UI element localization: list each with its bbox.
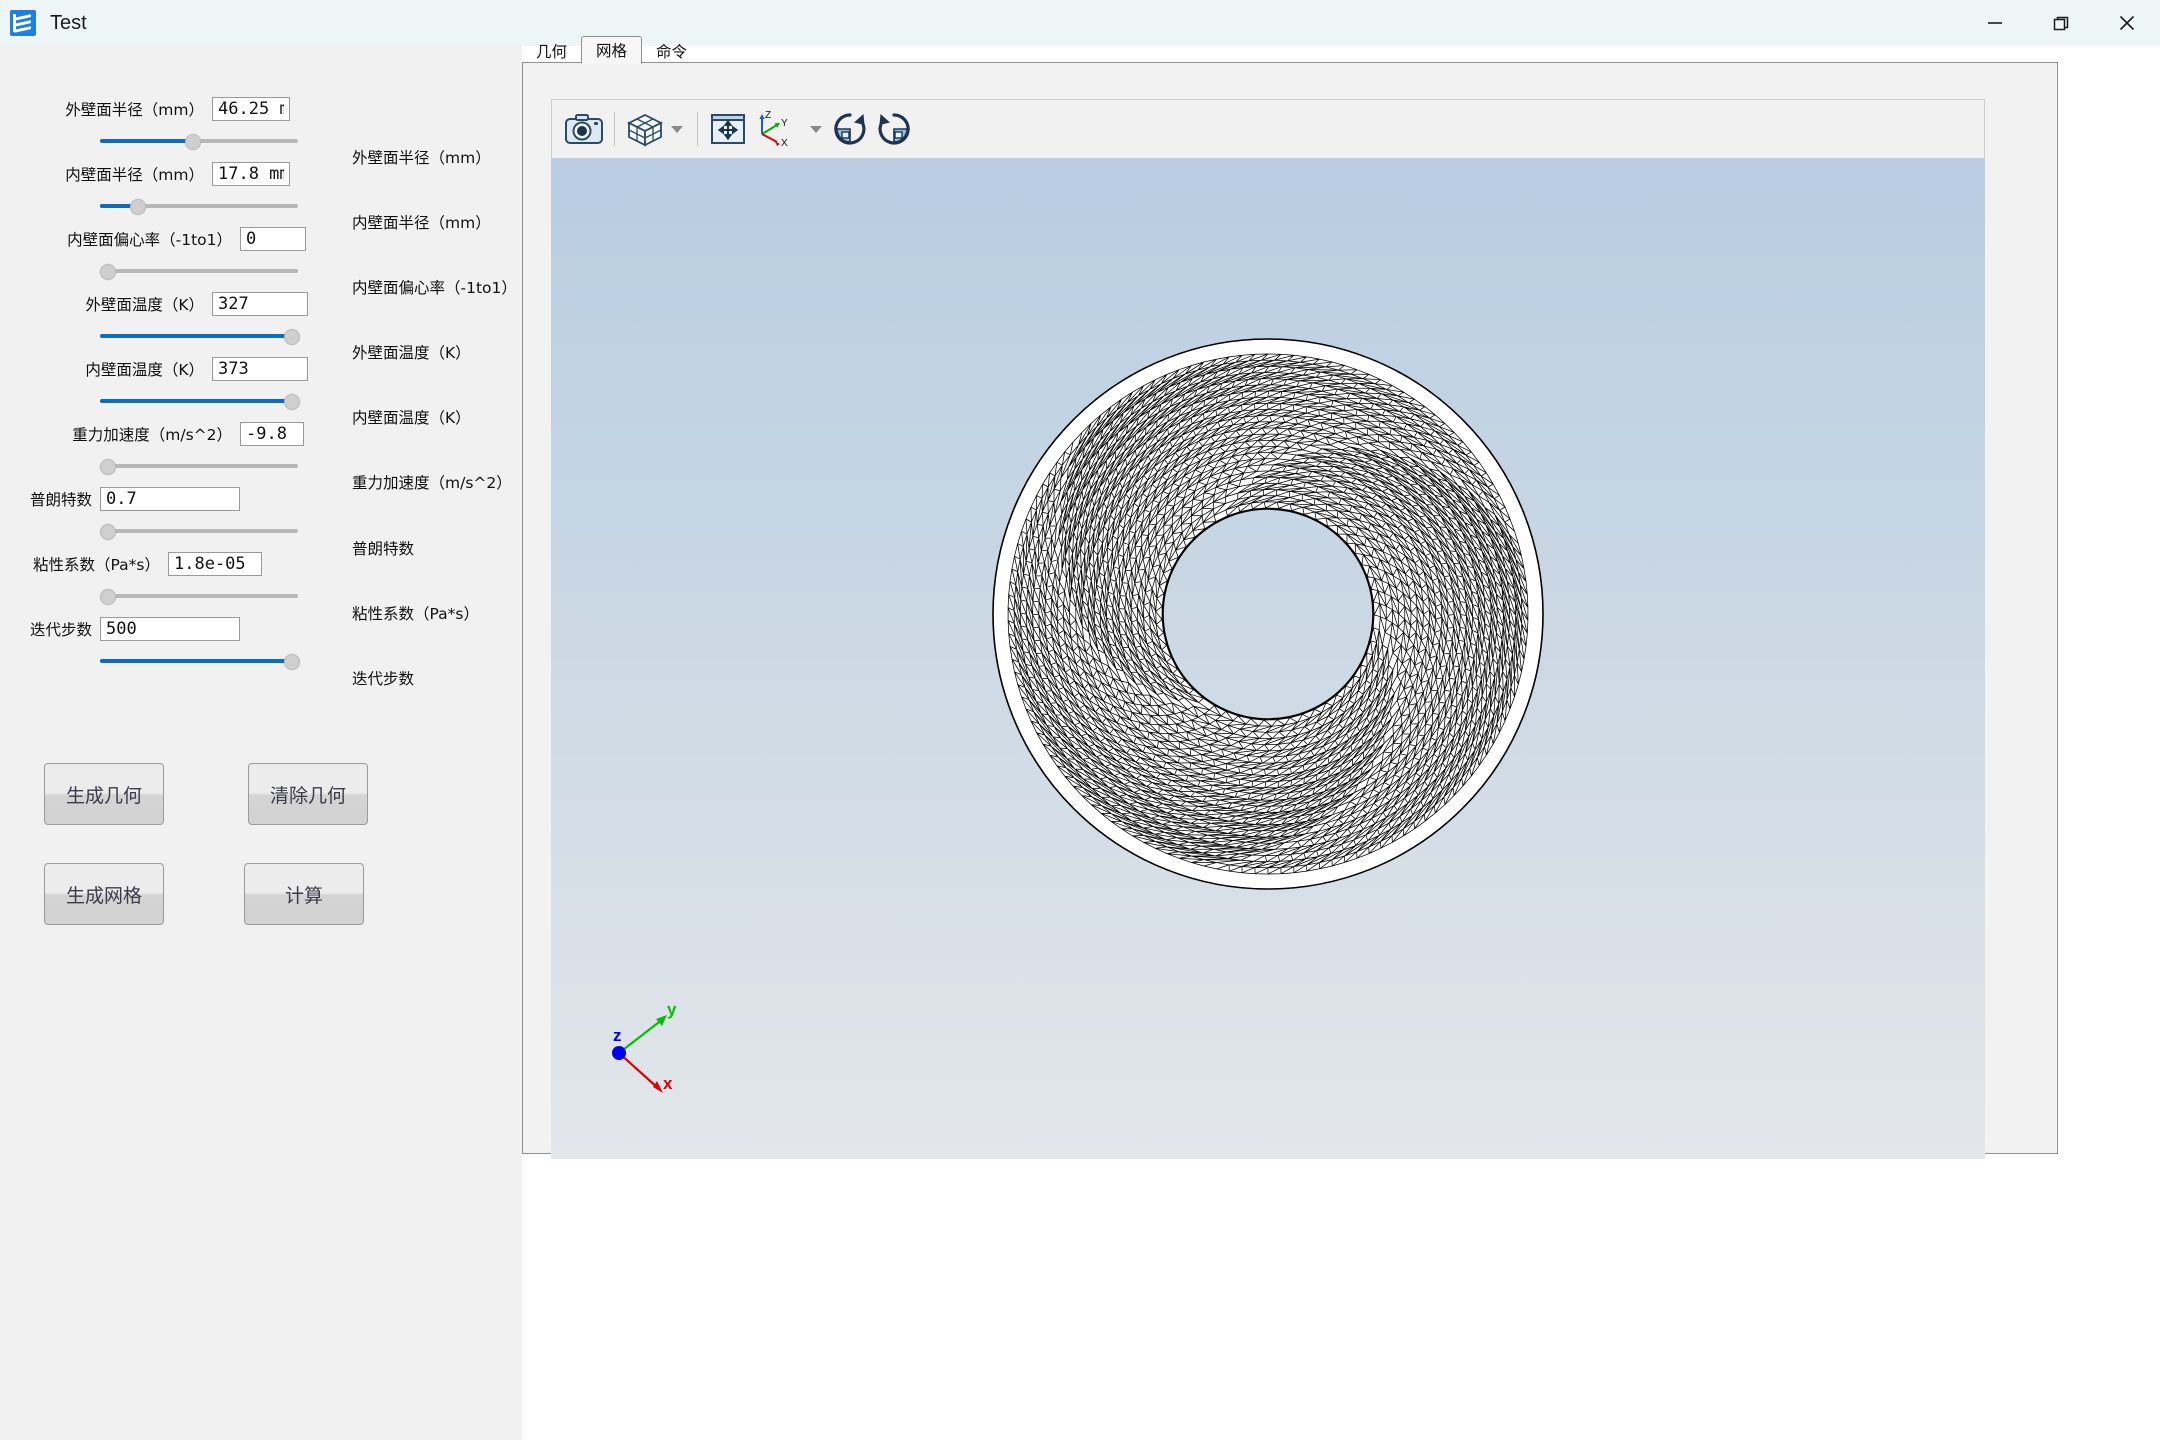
mesh-viewport[interactable]: y x z [551, 159, 1985, 1159]
clear-geometry-button[interactable]: 清除几何 [248, 763, 368, 825]
param-label-prandtl: 普朗特数 [29, 491, 92, 509]
param-label-outer-temp: 外壁面温度（K） [85, 296, 204, 314]
toolbar-separator-2 [697, 112, 698, 146]
param-input-eccentricity[interactable] [240, 227, 306, 251]
param-slider-inner-temp[interactable] [100, 393, 300, 410]
tab-strip: 几何 网格 命令 [522, 34, 2060, 64]
svg-text:Z: Z [765, 110, 771, 121]
static-label-iterations: 迭代步数 [352, 670, 415, 688]
param-label-eccentricity: 内壁面偏心率（-1to1） [67, 231, 232, 249]
window-title: Test [50, 11, 87, 34]
param-input-outer-temp[interactable] [212, 292, 308, 316]
tab-panel-mesh: Z Y X y x z [522, 62, 2058, 1159]
static-label-inner-temp: 内壁面温度（K） [352, 409, 471, 427]
param-label-viscosity: 粘性系数（Pa*s） [33, 556, 160, 574]
generate-mesh-button[interactable]: 生成网格 [44, 863, 164, 925]
param-input-viscosity[interactable] [168, 552, 262, 576]
viewer-toolbar: Z Y X [551, 99, 1985, 159]
param-label-gravity: 重力加速度（m/s^2） [72, 426, 232, 444]
axis-y-line [618, 1018, 664, 1054]
toolbar-separator-1 [614, 112, 615, 146]
param-slider-eccentricity[interactable] [100, 263, 298, 280]
axis-z-label: z [613, 1026, 622, 1045]
param-input-prandtl[interactable] [100, 487, 240, 511]
view-cube-button[interactable] [623, 105, 689, 153]
axis-orientation-button[interactable]: Z Y X [750, 105, 828, 153]
static-label-gravity: 重力加速度（m/s^2） [352, 474, 512, 492]
param-label-outer-radius: 外壁面半径（mm） [65, 101, 204, 119]
param-slider-iterations[interactable] [100, 653, 300, 670]
parameter-panel: 外壁面半径（mm） 内壁面半径（mm） 内壁面偏心率（-1to1） [0, 46, 522, 1440]
param-slider-outer-temp[interactable] [100, 328, 300, 345]
rotate-counterclockwise-button[interactable] [872, 105, 916, 153]
screenshot-button[interactable] [562, 105, 606, 153]
param-row-prandtl: 普朗特数 [0, 484, 522, 548]
view-cube-icon [626, 113, 664, 147]
screenshot-icon [565, 114, 603, 144]
work-area: 几何 网格 命令 Z Y X y x z [522, 34, 2060, 1159]
view-cube-dropdown-caret[interactable] [671, 125, 683, 133]
generate-geometry-button[interactable]: 生成几何 [44, 763, 164, 825]
compute-button[interactable]: 计算 [244, 863, 364, 925]
axis-z-dot [612, 1046, 626, 1060]
rotate-clockwise-icon [834, 113, 866, 145]
axis-x-label: x [663, 1074, 673, 1093]
param-slider-prandtl[interactable] [100, 523, 298, 540]
annulus-body [551, 159, 1985, 1159]
rotate-counterclockwise-icon [878, 113, 910, 145]
close-button[interactable] [2094, 0, 2160, 46]
tab-command[interactable]: 命令 [642, 37, 701, 64]
static-label-outer-temp: 外壁面温度（K） [352, 344, 471, 362]
axis-x-line [618, 1052, 660, 1090]
tab-geometry[interactable]: 几何 [522, 37, 581, 64]
static-label-eccentricity: 内壁面偏心率（-1to1） [352, 279, 517, 297]
param-slider-inner-radius[interactable] [100, 198, 298, 215]
restore-icon [2053, 16, 2069, 31]
param-input-gravity[interactable] [240, 422, 304, 446]
param-input-outer-radius[interactable] [212, 97, 290, 121]
svg-text:X: X [781, 138, 788, 149]
param-label-inner-temp: 内壁面温度（K） [85, 361, 204, 379]
param-input-inner-radius[interactable] [212, 162, 290, 186]
param-label-inner-radius: 内壁面半径（mm） [65, 166, 204, 184]
static-label-viscosity: 粘性系数（Pa*s） [352, 605, 479, 623]
param-label-iterations: 迭代步数 [29, 621, 92, 639]
static-label-outer-radius: 外壁面半径（mm） [352, 149, 491, 167]
static-label-prandtl: 普朗特数 [352, 540, 415, 558]
axis-orientation-icon: Z Y X [759, 110, 788, 149]
app-stack-icon [10, 10, 36, 36]
param-slider-gravity[interactable] [100, 458, 298, 475]
param-slider-viscosity[interactable] [100, 588, 298, 605]
annulus-mesh-render [551, 159, 1985, 1159]
fit-to-view-button[interactable] [706, 105, 750, 153]
axis-y-label: y [667, 1001, 677, 1019]
svg-text:Y: Y [781, 118, 788, 129]
param-slider-outer-radius[interactable] [100, 133, 298, 150]
axis-triad: y x z [601, 1001, 721, 1111]
rotate-clockwise-button[interactable] [828, 105, 872, 153]
tab-mesh[interactable]: 网格 [581, 36, 643, 64]
static-label-inner-radius: 内壁面半径（mm） [352, 214, 491, 232]
fit-to-view-icon [711, 114, 745, 144]
close-icon [2119, 15, 2135, 31]
minimize-icon [1988, 22, 2002, 24]
axis-x-arrow [653, 1081, 663, 1093]
param-input-iterations[interactable] [100, 617, 240, 641]
param-input-inner-temp[interactable] [212, 357, 308, 381]
axis-orientation-dropdown-caret[interactable] [810, 125, 822, 133]
